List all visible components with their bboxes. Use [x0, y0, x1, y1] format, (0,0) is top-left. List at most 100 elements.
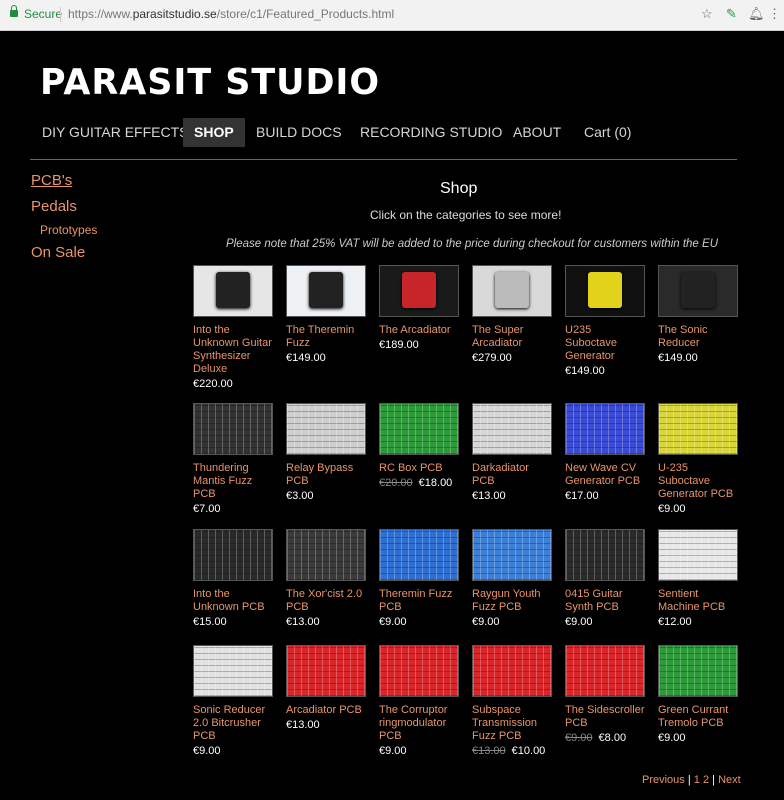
product-name[interactable]: The Xor'cist 2.0 PCB [286, 588, 366, 614]
menu-dots-icon[interactable]: ⋮ [768, 6, 781, 22]
product-card[interactable]: U235 Suboctave Generator €149.00 [565, 265, 645, 377]
product-image[interactable] [193, 645, 273, 697]
product-card[interactable]: Darkadiator PCB €13.00 [472, 403, 552, 502]
product-card[interactable]: The Super Arcadiator €279.00 [472, 265, 552, 364]
product-name[interactable]: Into the Unknown PCB [193, 588, 273, 614]
nav-shop[interactable]: SHOP [183, 118, 245, 147]
notification-bell-icon[interactable]: 🔔︎ [748, 6, 765, 22]
product-price-row: €13.00 [472, 490, 552, 502]
product-image[interactable] [286, 265, 366, 317]
page-2-link[interactable]: 2 [703, 774, 709, 786]
product-image[interactable] [379, 403, 459, 455]
product-image[interactable] [565, 403, 645, 455]
product-card[interactable]: Arcadiator PCB €13.00 [286, 645, 366, 731]
product-image[interactable] [658, 265, 738, 317]
product-image[interactable] [658, 645, 738, 697]
product-name[interactable]: U235 Suboctave Generator [565, 324, 645, 363]
product-name[interactable]: Into the Unknown Guitar Synthesizer Delu… [193, 324, 273, 376]
product-card[interactable]: Thundering Mantis Fuzz PCB €7.00 [193, 403, 273, 515]
nav-build-docs[interactable]: BUILD DOCS [245, 118, 353, 147]
product-image[interactable] [472, 645, 552, 697]
product-card[interactable]: Into the Unknown PCB €15.00 [193, 529, 273, 628]
product-card[interactable]: The Theremin Fuzz €149.00 [286, 265, 366, 364]
product-image[interactable] [658, 403, 738, 455]
product-image[interactable] [286, 529, 366, 581]
product-image[interactable] [565, 645, 645, 697]
product-name[interactable]: Arcadiator PCB [286, 704, 366, 717]
product-name[interactable]: Thundering Mantis Fuzz PCB [193, 462, 273, 501]
product-card[interactable]: The Xor'cist 2.0 PCB €13.00 [286, 529, 366, 628]
page-title: Shop [440, 180, 478, 197]
product-name[interactable]: The Arcadiator [379, 324, 459, 337]
product-card[interactable]: New Wave CV Generator PCB €17.00 [565, 403, 645, 502]
product-name[interactable]: Theremin Fuzz PCB [379, 588, 459, 614]
product-card[interactable]: Green Currant Tremolo PCB €9.00 [658, 645, 738, 744]
product-price: €149.00 [286, 352, 326, 364]
bookmark-star-icon[interactable]: ☆ [701, 6, 713, 22]
product-name[interactable]: The Sonic Reducer [658, 324, 738, 350]
product-name[interactable]: Subspace Transmission Fuzz PCB [472, 704, 552, 743]
product-card[interactable]: Subspace Transmission Fuzz PCB €13.00 €10.… [472, 645, 552, 757]
product-card[interactable]: The Corruptor ringmodulator PCB €9.00 [379, 645, 459, 757]
page-1-link[interactable]: 1 [694, 774, 700, 786]
product-name[interactable]: Raygun Youth Fuzz PCB [472, 588, 552, 614]
extension-icon[interactable]: ✎ [726, 6, 737, 22]
product-card[interactable]: The Sidescroller PCB €9.00 €8.00 [565, 645, 645, 744]
nav-cart[interactable]: Cart (0) [573, 118, 642, 147]
product-image[interactable] [565, 265, 645, 317]
previous-link[interactable]: Previous [642, 774, 685, 786]
product-name[interactable]: 0415 Guitar Synth PCB [565, 588, 645, 614]
product-name[interactable]: Green Currant Tremolo PCB [658, 704, 738, 730]
product-image[interactable] [379, 265, 459, 317]
product-name[interactable]: The Theremin Fuzz [286, 324, 366, 350]
next-link[interactable]: Next [718, 774, 741, 786]
product-price: €7.00 [193, 503, 221, 515]
product-name[interactable]: Darkadiator PCB [472, 462, 552, 488]
product-image[interactable] [472, 403, 552, 455]
product-image[interactable] [565, 529, 645, 581]
product-card[interactable]: Into the Unknown Guitar Synthesizer Delu… [193, 265, 273, 390]
product-name[interactable]: The Sidescroller PCB [565, 704, 645, 730]
sidebar-item-prototypes[interactable]: Prototypes [40, 223, 97, 237]
product-name[interactable]: RC Box PCB [379, 462, 459, 475]
nav-diy-guitar-effects[interactable]: DIY GUITAR EFFECTS [31, 118, 200, 147]
product-image[interactable] [472, 529, 552, 581]
product-image[interactable] [379, 645, 459, 697]
product-image[interactable] [193, 403, 273, 455]
site-logo[interactable]: PARASIT STUDIO [40, 62, 380, 103]
product-image[interactable] [286, 645, 366, 697]
product-image[interactable] [379, 529, 459, 581]
product-card[interactable]: The Arcadiator €189.00 [379, 265, 459, 351]
product-card[interactable]: 0415 Guitar Synth PCB €9.00 [565, 529, 645, 628]
product-card[interactable]: Sentient Machine PCB €12.00 [658, 529, 738, 628]
product-image[interactable] [193, 265, 273, 317]
nav-about[interactable]: ABOUT [502, 118, 572, 147]
old-price: €13.00 [472, 745, 506, 757]
product-name[interactable]: Relay Bypass PCB [286, 462, 366, 488]
sidebar-item-pcbs[interactable]: PCB's [31, 172, 72, 189]
product-card[interactable]: The Sonic Reducer €149.00 [658, 265, 738, 364]
product-name[interactable]: U-235 Suboctave Generator PCB [658, 462, 738, 501]
product-card[interactable]: Relay Bypass PCB €3.00 [286, 403, 366, 502]
product-name[interactable]: The Super Arcadiator [472, 324, 552, 350]
product-card[interactable]: Sonic Reducer 2.0 Bitcrusher PCB €9.00 [193, 645, 273, 757]
product-image[interactable] [286, 403, 366, 455]
product-card[interactable]: Raygun Youth Fuzz PCB €9.00 [472, 529, 552, 628]
product-card[interactable]: U-235 Suboctave Generator PCB €9.00 [658, 403, 738, 515]
product-price-row: €12.00 [658, 616, 738, 628]
product-price: €220.00 [193, 378, 233, 390]
product-image[interactable] [193, 529, 273, 581]
nav-recording-studio[interactable]: RECORDING STUDIO [349, 118, 513, 147]
product-card[interactable]: RC Box PCB €20.00 €18.00 [379, 403, 459, 489]
product-image[interactable] [658, 529, 738, 581]
product-name[interactable]: The Corruptor ringmodulator PCB [379, 704, 459, 743]
product-name[interactable]: Sonic Reducer 2.0 Bitcrusher PCB [193, 704, 273, 743]
product-name[interactable]: New Wave CV Generator PCB [565, 462, 645, 488]
product-price-row: €9.00 [658, 503, 738, 515]
product-image[interactable] [472, 265, 552, 317]
product-price-row: €9.00 [379, 745, 459, 757]
sidebar-item-on-sale[interactable]: On Sale [31, 244, 85, 261]
address-bar[interactable]: https://www.parasitstudio.se/store/c1/Fe… [68, 7, 394, 21]
product-card[interactable]: Theremin Fuzz PCB €9.00 [379, 529, 459, 628]
product-name[interactable]: Sentient Machine PCB [658, 588, 738, 614]
